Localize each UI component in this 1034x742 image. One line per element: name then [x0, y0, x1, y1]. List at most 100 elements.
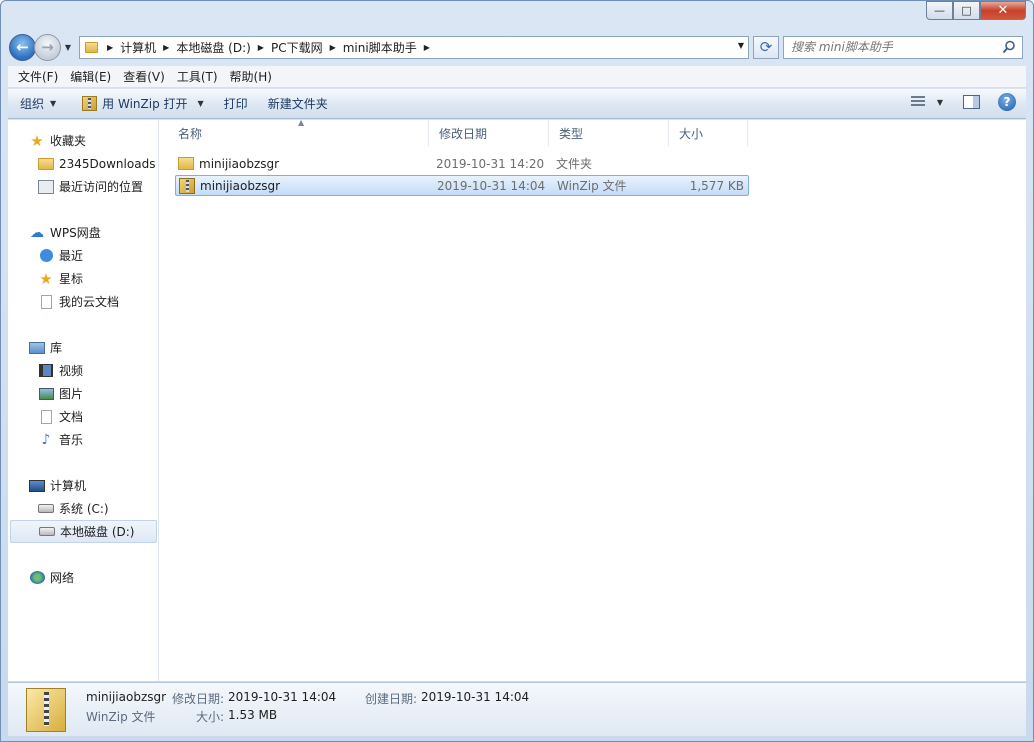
maximize-button[interactable]: □ [953, 1, 980, 20]
sidebar-label: 最近访问的位置 [59, 180, 144, 194]
print-button[interactable]: 打印 [214, 92, 258, 116]
sidebar-item-network[interactable]: 网络 [8, 566, 159, 589]
search-input[interactable] [791, 40, 991, 54]
sidebar-label: WPS网盘 [50, 226, 101, 240]
menu-edit[interactable]: 编辑(E) [64, 68, 117, 85]
content-area: ★ 收藏夹 2345Downloads 最近访问的位置 ☁ WPS网盘 最近 ★… [8, 118, 1026, 681]
open-with-label: 用 WinZip 打开 [102, 97, 188, 111]
file-type: 文件夹 [556, 157, 593, 171]
breadcrumb-drive-d[interactable]: 本地磁盘 (D:) [176, 39, 250, 56]
file-row-folder[interactable]: minijiaobzsgr 2019-10-31 14:20 文件夹 [175, 153, 749, 174]
clock-icon [39, 249, 53, 262]
sidebar-item-drive-c[interactable]: 系统 (C:) [8, 497, 159, 520]
chevron-down-icon: ▼ [50, 99, 57, 108]
recent-places-icon [38, 179, 54, 194]
chevron-right-icon[interactable]: ▶ [163, 43, 169, 52]
sidebar-label: 文档 [59, 410, 84, 424]
winzip-file-icon [179, 177, 195, 194]
title-bar: — □ ✕ [1, 1, 1033, 29]
sidebar-item-computer[interactable]: 计算机 [8, 474, 159, 497]
forward-button[interactable]: → [34, 33, 61, 61]
folder-icon [38, 157, 54, 170]
chevron-right-icon[interactable]: ▶ [424, 43, 430, 52]
organize-button[interactable]: 组织 ▼ [8, 92, 66, 116]
sidebar-label: 库 [50, 341, 63, 355]
sidebar-item-wps-starred[interactable]: ★ 星标 [8, 267, 159, 290]
sidebar-item-recent-places[interactable]: 最近访问的位置 [8, 175, 159, 198]
details-size-value: 1.53 MB [228, 708, 278, 722]
recent-pages-dropdown[interactable]: ▼ [61, 43, 75, 52]
view-options-icon[interactable] [910, 96, 925, 108]
cloud-icon: ☁ [30, 224, 44, 241]
file-list-pane: 名称 ▲ 修改日期 类型 大小 minijiaobzsgr 2019-10-31… [160, 118, 1026, 681]
details-file-name: minijiaobzsgr [86, 690, 167, 704]
sidebar-item-favorites[interactable]: ★ 收藏夹 [8, 129, 159, 152]
address-dropdown-icon[interactable]: ▼ [738, 41, 744, 50]
sidebar-label: 音乐 [59, 433, 84, 447]
sidebar-item-documents[interactable]: 文档 [8, 405, 159, 428]
chevron-right-icon[interactable]: ▶ [258, 43, 264, 52]
chevron-right-icon[interactable]: ▶ [107, 43, 113, 52]
column-header-date[interactable]: 修改日期 [429, 120, 549, 146]
file-date: 2019-10-31 14:20 [436, 156, 545, 171]
details-created-value: 2019-10-31 14:04 [421, 690, 530, 704]
breadcrumb-mini-helper[interactable]: mini脚本助手 [343, 39, 417, 56]
sidebar-label: 2345Downloads [59, 156, 156, 171]
close-button[interactable]: ✕ [980, 1, 1026, 20]
sidebar-item-2345downloads[interactable]: 2345Downloads [8, 152, 159, 175]
sidebar-item-wps-my-docs[interactable]: 我的云文档 [8, 290, 159, 313]
file-name-cell: minijiaobzsgr [176, 177, 437, 194]
file-row-winzip[interactable]: minijiaobzsgr 2019-10-31 14:04 WinZip 文件… [175, 175, 749, 196]
breadcrumb-computer[interactable]: 计算机 [120, 39, 156, 56]
sidebar-item-wps-recent[interactable]: 最近 [8, 244, 159, 267]
help-icon[interactable]: ? [998, 93, 1016, 111]
computer-group: 计算机 系统 (C:) 本地磁盘 (D:) [8, 474, 159, 543]
sort-ascending-icon: ▲ [298, 118, 305, 127]
refresh-button[interactable]: ⟳ [753, 35, 779, 59]
star-icon: ★ [39, 269, 53, 288]
column-header-name[interactable]: 名称 ▲ [168, 118, 429, 146]
address-bar[interactable]: ▶ 计算机 ▶ 本地磁盘 (D:) ▶ PC下载网 ▶ mini脚本助手 ▶ ▼ [79, 35, 749, 59]
menu-view[interactable]: 查看(V) [117, 68, 171, 85]
details-modified-value: 2019-10-31 14:04 [228, 690, 337, 704]
chevron-down-icon[interactable]: ▼ [937, 98, 943, 107]
search-icon[interactable] [1002, 40, 1016, 54]
navigation-row: ← → ▼ ▶ 计算机 ▶ 本地磁盘 (D:) ▶ PC下载网 ▶ mini脚本… [9, 33, 1027, 61]
menu-bar: 文件(F) 编辑(E) 查看(V) 工具(T) 帮助(H) [8, 66, 1026, 88]
details-pane: minijiaobzsgr 修改日期: 2019-10-31 14:04 创建日… [8, 682, 1026, 736]
sidebar-item-drive-d[interactable]: 本地磁盘 (D:) [10, 520, 157, 543]
sidebar-item-libraries[interactable]: 库 [8, 336, 159, 359]
file-name-cell: minijiaobzsgr [175, 157, 436, 171]
video-icon [39, 364, 53, 377]
command-bar: 组织 ▼ 用 WinZip 打开 ▼ 打印 新建文件夹 ▼ ? [8, 89, 1026, 119]
new-folder-button[interactable]: 新建文件夹 [258, 92, 338, 116]
chevron-down-icon: ▼ [197, 99, 204, 108]
file-size: 1,577 KB [689, 178, 744, 193]
menu-file[interactable]: 文件(F) [12, 68, 64, 85]
search-box[interactable] [783, 35, 1023, 59]
network-group: 网络 [8, 566, 159, 589]
column-header-size[interactable]: 大小 [669, 120, 748, 146]
sidebar-label: 计算机 [50, 479, 87, 493]
menu-tools[interactable]: 工具(T) [171, 68, 224, 85]
breadcrumb-pc-download[interactable]: PC下载网 [271, 39, 323, 56]
open-with-winzip-button[interactable]: 用 WinZip 打开 ▼ [72, 92, 214, 116]
file-type: WinZip 文件 [557, 179, 627, 193]
sidebar-item-wps-cloud[interactable]: ☁ WPS网盘 [8, 221, 159, 244]
sidebar-item-pictures[interactable]: 图片 [8, 382, 159, 405]
column-label: 大小 [679, 126, 704, 141]
chevron-right-icon[interactable]: ▶ [330, 43, 336, 52]
breadcrumb-label: mini脚本助手 [342, 40, 417, 55]
picture-icon [38, 387, 54, 400]
navigation-pane: ★ 收藏夹 2345Downloads 最近访问的位置 ☁ WPS网盘 最近 ★… [8, 120, 159, 681]
menu-help[interactable]: 帮助(H) [224, 68, 278, 85]
back-button[interactable]: ← [9, 33, 36, 61]
sidebar-item-music[interactable]: ♪ 音乐 [8, 428, 159, 451]
breadcrumb-label: 本地磁盘 (D:) [176, 40, 251, 55]
minimize-button[interactable]: — [926, 1, 953, 20]
sidebar-label: 系统 (C:) [59, 502, 109, 516]
preview-pane-icon[interactable] [963, 95, 980, 109]
sidebar-item-videos[interactable]: 视频 [8, 359, 159, 382]
column-label: 类型 [559, 126, 584, 141]
column-header-type[interactable]: 类型 [549, 120, 669, 146]
